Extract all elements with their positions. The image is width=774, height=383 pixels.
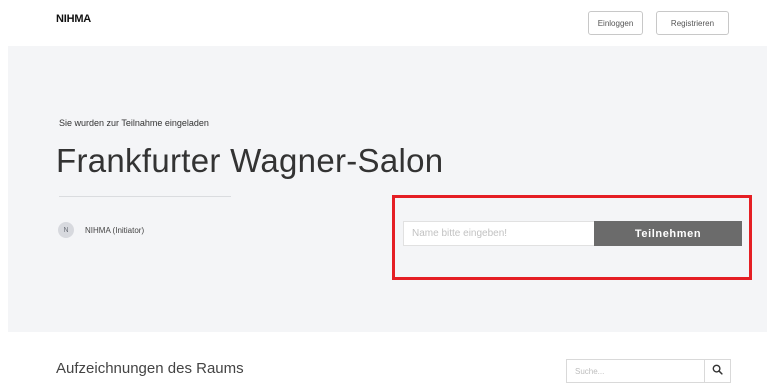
room-title: Frankfurter Wagner-Salon <box>56 142 444 179</box>
name-input[interactable] <box>403 221 594 246</box>
search-input[interactable] <box>566 359 704 383</box>
logo[interactable]: NIHMA <box>56 13 91 25</box>
join-button[interactable]: Teilnehmen <box>594 221 742 246</box>
hero-section: Sie wurden zur Teilnahme eingeladen Fran… <box>8 46 767 332</box>
recordings-title: Aufzeichnungen des Raums <box>56 360 244 377</box>
login-button[interactable]: Einloggen <box>588 11 643 35</box>
top-header: NIHMA Einloggen Registrieren <box>0 0 774 46</box>
search-button[interactable] <box>704 359 731 383</box>
initiator-label: NIHMA (Initiator) <box>85 226 145 235</box>
search-icon <box>712 362 723 380</box>
title-divider <box>59 196 231 197</box>
register-button[interactable]: Registrieren <box>656 11 729 35</box>
avatar: N <box>58 222 74 238</box>
invitation-subtitle: Sie wurden zur Teilnahme eingeladen <box>59 118 209 128</box>
